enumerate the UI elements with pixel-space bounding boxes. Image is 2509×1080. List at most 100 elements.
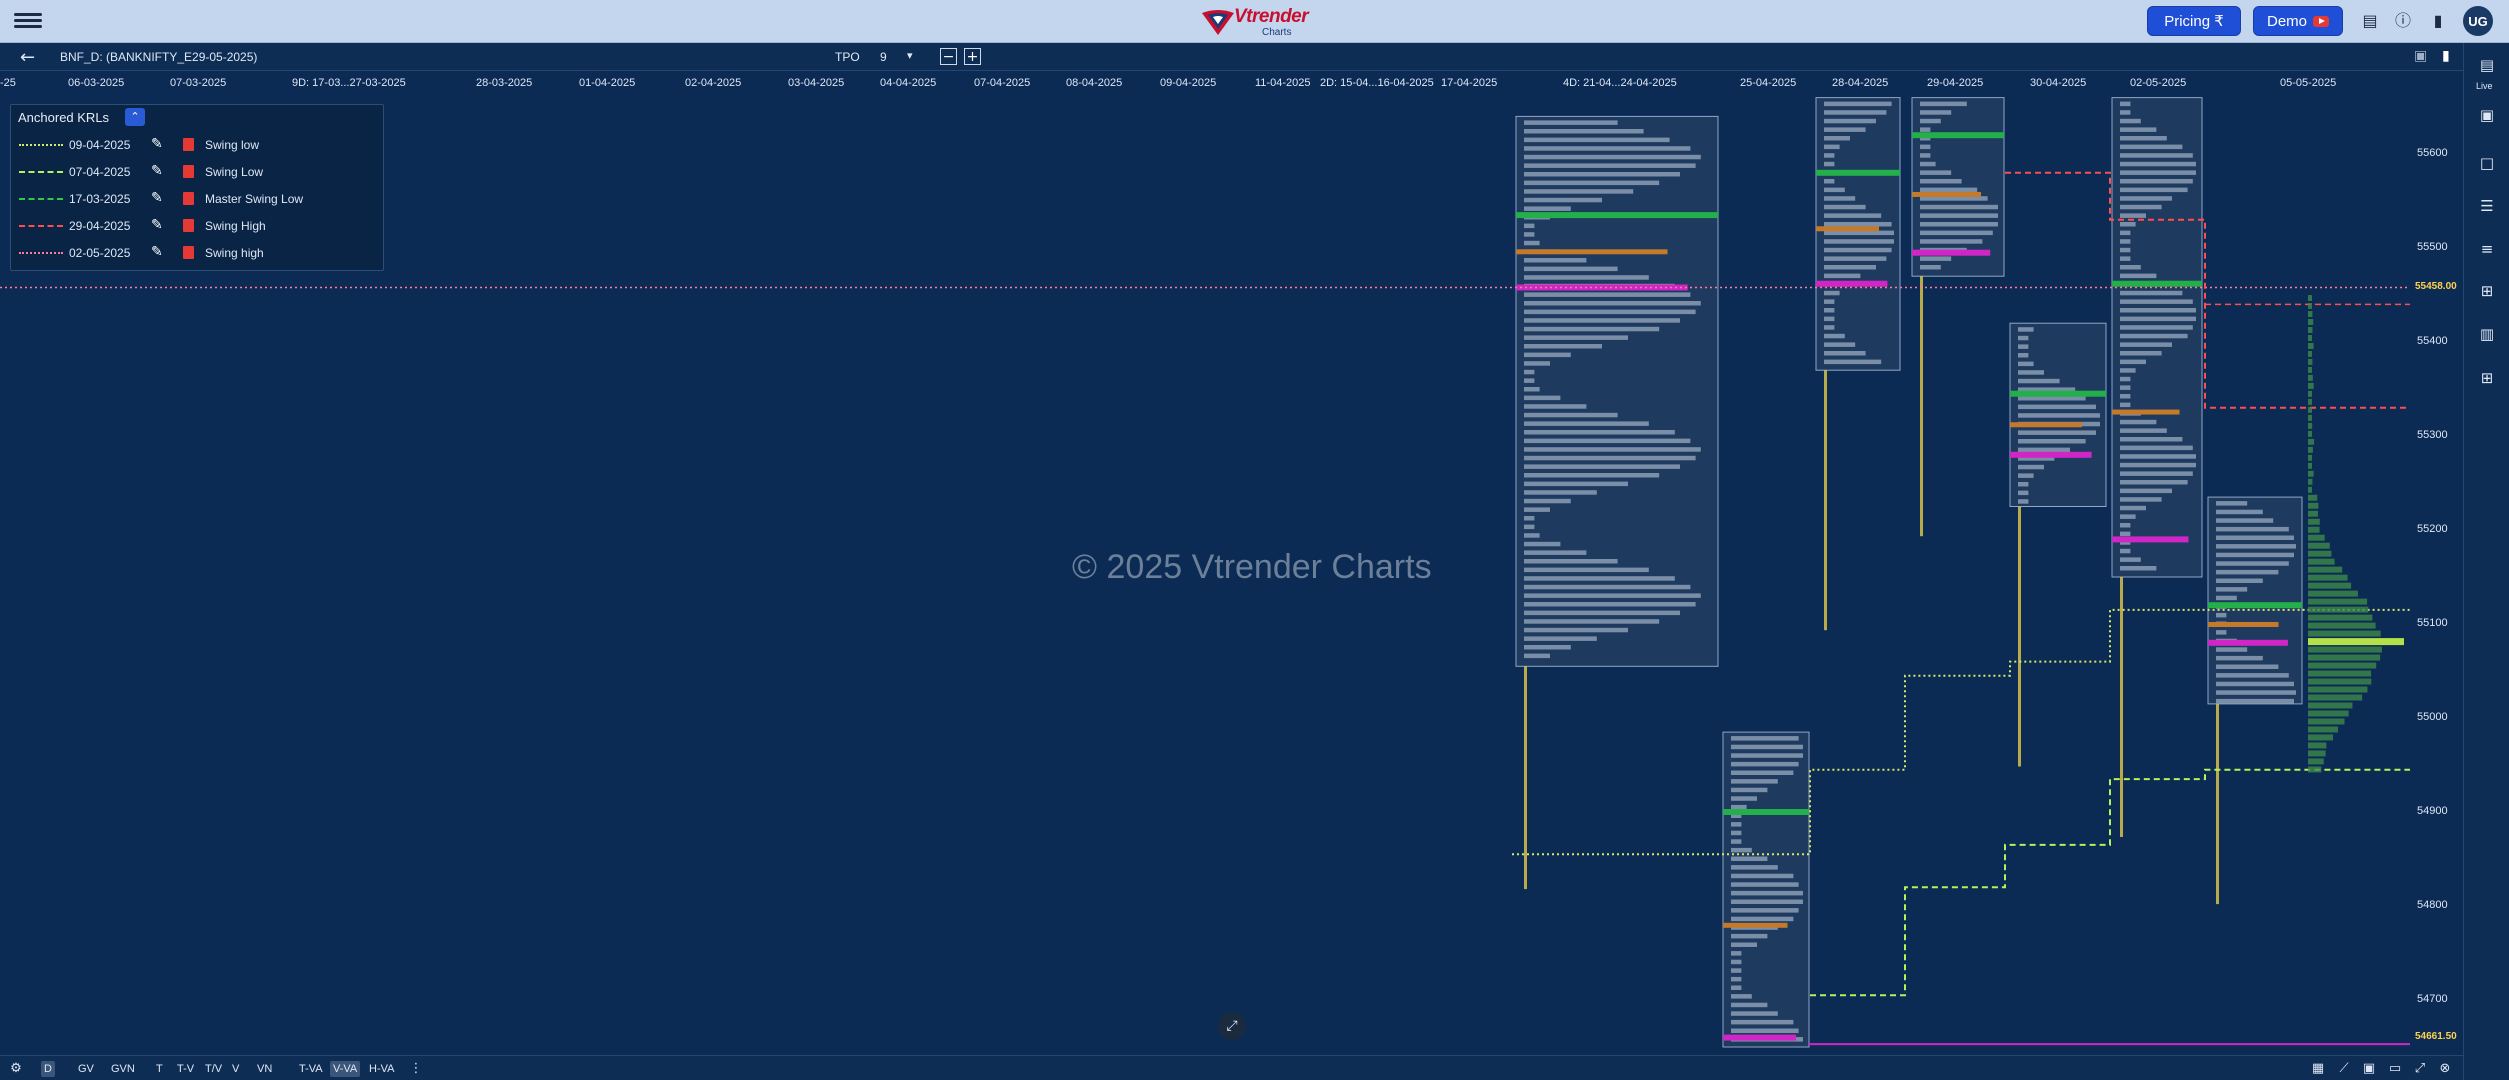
tpo-row <box>1524 525 1534 530</box>
view-mode-gvn[interactable]: GVN <box>108 1061 138 1077</box>
edit-icon[interactable]: ✎ <box>151 136 163 152</box>
view-mode-t[interactable]: T <box>153 1061 166 1077</box>
back-arrow-icon[interactable]: ← <box>20 47 35 68</box>
single-print-tail <box>1824 370 1827 630</box>
tpo-row <box>2120 385 2130 390</box>
bookmark-icon[interactable]: ▮ <box>2428 11 2448 31</box>
tpo-row <box>1524 490 1597 495</box>
krl-date: 09-04-2025 <box>69 138 130 152</box>
tpo-row <box>1824 188 1845 193</box>
expand-icon[interactable]: ⤢ <box>2411 1060 2429 1078</box>
zoom-in-button[interactable]: + <box>964 48 981 65</box>
tpo-row <box>2018 439 2086 444</box>
volume-bar <box>2308 710 2349 716</box>
view-mode-vn[interactable]: VN <box>254 1061 275 1077</box>
view-mode-t-v[interactable]: T/V <box>202 1061 225 1077</box>
tpo-row <box>1731 762 1799 767</box>
tpo-row <box>1524 628 1628 633</box>
price-tick: 55300 <box>2417 429 2448 441</box>
zoom-out-button[interactable]: − <box>940 48 957 65</box>
view-mode-t-v[interactable]: T-V <box>174 1061 197 1077</box>
delete-icon[interactable] <box>183 219 194 232</box>
avatar[interactable]: UG <box>2463 6 2493 36</box>
volume-bar <box>2308 319 2313 325</box>
tpo-row <box>1524 559 1618 564</box>
tpo-label: TPO <box>835 50 860 64</box>
volume-bar <box>2308 463 2312 469</box>
tpo-row <box>1731 977 1741 982</box>
columns-view-icon[interactable]: ▥ <box>2477 324 2497 344</box>
rows-view-icon[interactable]: ≡ <box>2477 239 2497 259</box>
settings-icon[interactable]: ⚙ <box>7 1060 25 1078</box>
tpo-row <box>2216 570 2278 575</box>
single-view-icon[interactable]: □ <box>2477 153 2497 173</box>
volume-bar <box>2308 623 2376 629</box>
tpo-row <box>1524 267 1618 272</box>
price-tick: 55200 <box>2417 523 2448 535</box>
krl-line-swatch <box>19 252 63 254</box>
edit-icon[interactable]: ✎ <box>151 163 163 179</box>
delete-icon[interactable] <box>183 192 194 205</box>
demo-button[interactable]: Demo <box>2253 6 2343 36</box>
volume-bar <box>2308 702 2352 708</box>
volume-bar <box>2308 583 2351 589</box>
date-label: 06-03-2025 <box>68 77 124 89</box>
panel-icon[interactable]: ▭ <box>2386 1060 2404 1078</box>
tpo-row <box>2120 110 2130 115</box>
delete-icon[interactable] <box>183 138 194 151</box>
line-chart-icon[interactable]: ⟋ <box>2335 1060 2353 1078</box>
tpo-row <box>1731 745 1803 750</box>
tpo-row <box>2120 480 2188 485</box>
tpo-row <box>1824 342 1855 347</box>
tpo-row <box>1524 361 1550 366</box>
menu-icon[interactable] <box>14 10 42 32</box>
edit-icon[interactable]: ✎ <box>151 217 163 233</box>
layout-icon[interactable]: ▣ <box>2360 1060 2378 1078</box>
tpo-row <box>2018 353 2028 358</box>
edit-icon[interactable]: ✎ <box>151 244 163 260</box>
tpo-row <box>2018 491 2028 496</box>
tpo-row <box>2120 291 2182 296</box>
tpo-row <box>1731 960 1741 965</box>
tpo-row <box>1920 162 1936 167</box>
save-icon[interactable]: ▣ <box>2414 48 2427 64</box>
view-mode-d[interactable]: D <box>41 1061 55 1077</box>
poc-bar <box>2010 391 2106 397</box>
volume-bar <box>2308 503 2318 509</box>
view-mode-t-va[interactable]: T-VA <box>296 1061 326 1077</box>
table-icon[interactable]: ▦ <box>2309 1060 2327 1078</box>
delete-icon[interactable] <box>183 165 194 178</box>
logo-mark-icon <box>1200 7 1236 37</box>
tpo-row <box>2120 454 2196 459</box>
view-mode-h-va[interactable]: H-VA <box>366 1061 397 1077</box>
view-mode-v-va[interactable]: V-VA <box>330 1061 360 1077</box>
notes-icon[interactable]: ▤ <box>2477 55 2497 75</box>
volume-bar <box>2308 535 2325 541</box>
tpo-row <box>1524 353 1571 358</box>
bookmark-add-icon[interactable]: ▮ <box>2442 48 2450 64</box>
info-icon[interactable]: ⓘ <box>2393 11 2413 31</box>
view-mode-v[interactable]: V <box>229 1061 242 1077</box>
multi-grid-icon[interactable]: ⊞ <box>2477 368 2497 388</box>
close-icon[interactable]: ⊗ <box>2436 1060 2454 1078</box>
tpo-row <box>2216 596 2237 601</box>
tpo-row <box>1731 822 1741 827</box>
chevron-down-icon[interactable]: ▾ <box>907 49 913 62</box>
document-icon[interactable]: ▤ <box>2360 11 2380 31</box>
tpo-size-select[interactable]: 9 <box>880 50 887 64</box>
grid-view-icon[interactable]: ⊞ <box>2477 281 2497 301</box>
save-layout-icon[interactable]: ▣ <box>2477 105 2497 125</box>
view-mode-gv[interactable]: GV <box>75 1061 97 1077</box>
delete-icon[interactable] <box>183 246 194 259</box>
list-view-icon[interactable]: ☰ <box>2477 196 2497 216</box>
tpo-row <box>2120 489 2172 494</box>
vtrender-logo[interactable]: Vtrender Charts <box>1200 4 1310 40</box>
fullscreen-button[interactable]: ⤢ <box>1218 1012 1246 1040</box>
pricing-button[interactable]: Pricing ₹ <box>2147 6 2241 36</box>
tpo-row <box>1731 934 1767 939</box>
collapse-icon[interactable]: ⌃ <box>125 108 145 126</box>
tpo-row <box>2216 561 2289 566</box>
more-icon[interactable]: ⋮ <box>407 1060 425 1078</box>
tpo-row <box>1920 222 1998 227</box>
edit-icon[interactable]: ✎ <box>151 190 163 206</box>
